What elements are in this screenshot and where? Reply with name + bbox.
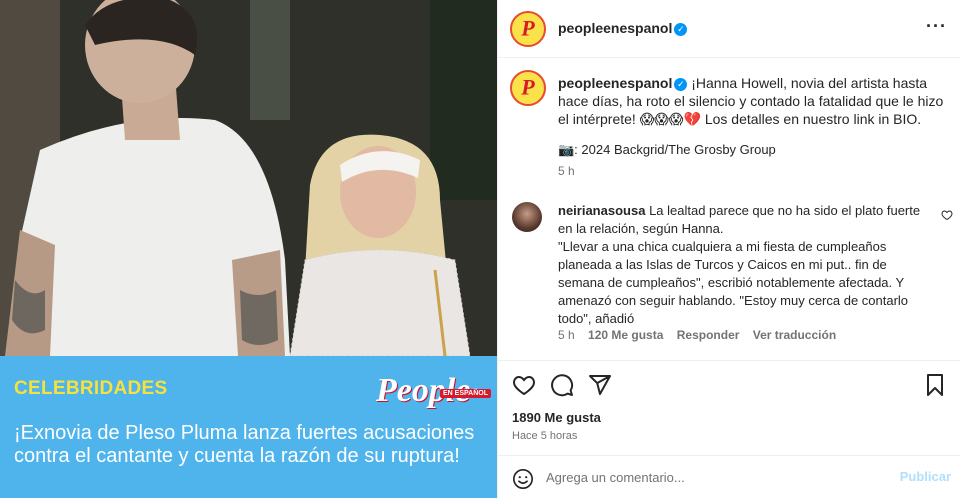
caption-time[interactable]: 5 h (558, 164, 575, 178)
emoji-icon[interactable] (512, 468, 534, 490)
comment-likes[interactable]: 120 Me gusta (588, 328, 663, 342)
add-comment-bar: Publicar (498, 455, 960, 498)
share-icon[interactable] (588, 373, 612, 397)
comment-input[interactable] (546, 464, 886, 490)
comment-meta: 5 h 120 Me gusta Responder Ver traducció… (558, 328, 846, 342)
banner-headline: ¡Exnovia de Pleso Pluma lanza fuertes ac… (14, 422, 475, 467)
post-photo[interactable] (0, 0, 497, 356)
post-details-panel: P peopleenespanol ✓ ··· P peopleenespanol… (497, 0, 960, 498)
author-username[interactable]: peopleenespanol (558, 20, 672, 36)
commenter-avatar[interactable] (512, 202, 542, 232)
caption-credit: 📷: 2024 Backgrid/The Grosby Group (558, 142, 776, 157)
post-photo-image (0, 0, 497, 356)
comment-body: neirianasousa La lealtad parece que no h… (558, 202, 928, 328)
post-banner: CELEBRIDADES People EN ESPAÑOL ¡Exnovia … (0, 356, 497, 498)
comment-text: La lealtad parece que no ha sido el plat… (558, 203, 921, 326)
banner-category: CELEBRIDADES (14, 378, 168, 399)
post-header: P peopleenespanol ✓ ··· (498, 0, 960, 58)
post-actions (498, 360, 960, 406)
bookmark-icon[interactable] (923, 373, 947, 397)
caption-username[interactable]: peopleenespanol (558, 75, 672, 91)
heart-outline-icon[interactable] (941, 209, 953, 224)
comment-time[interactable]: 5 h (558, 328, 575, 342)
heart-icon[interactable] (512, 373, 536, 397)
more-options-icon[interactable]: ··· (926, 16, 947, 37)
author-avatar[interactable]: P (510, 11, 546, 47)
caption-body: peopleenespanol ✓ ¡Hanna Howell, novia de… (558, 74, 953, 128)
post-media[interactable]: CELEBRIDADES People EN ESPAÑOL ¡Exnovia … (0, 0, 497, 498)
author-username-row[interactable]: peopleenespanol ✓ (558, 20, 688, 36)
publish-button[interactable]: Publicar (900, 469, 951, 484)
posted-time[interactable]: Hace 5 horas (512, 430, 577, 442)
see-translation-button[interactable]: Ver traducción (753, 328, 836, 342)
caption-author-avatar[interactable]: P (510, 70, 546, 106)
likes-count[interactable]: 1890 Me gusta (512, 410, 601, 425)
reply-button[interactable]: Responder (677, 328, 740, 342)
comment-icon[interactable] (550, 373, 574, 397)
verified-badge-icon: ✓ (674, 23, 688, 36)
verified-badge-icon: ✓ (674, 78, 688, 91)
commenter-username[interactable]: neirianasousa (558, 203, 645, 218)
people-logo-tag: EN ESPAÑOL (440, 389, 491, 398)
